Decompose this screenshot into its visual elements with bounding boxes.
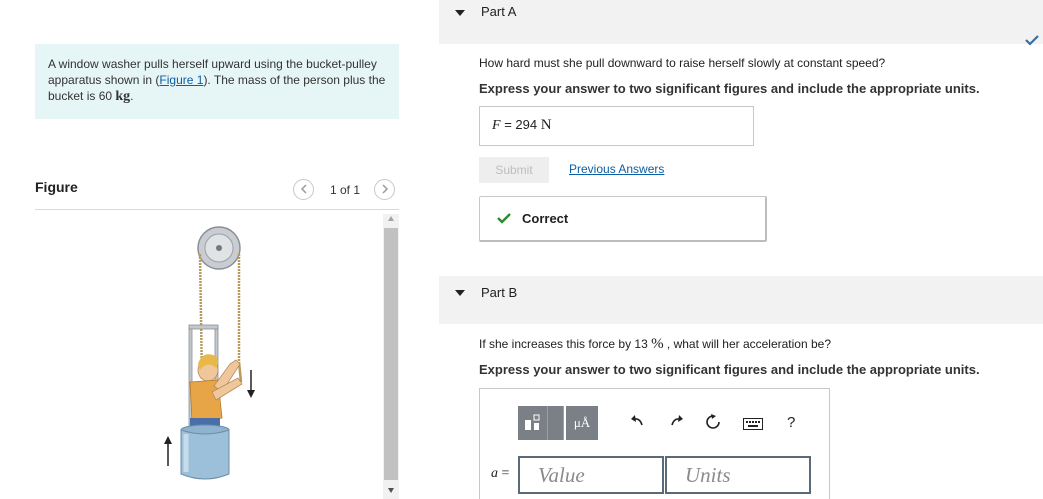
figure-divider xyxy=(35,209,399,210)
answer-unit: N xyxy=(540,117,552,133)
part-a-header[interactable]: Part A xyxy=(439,0,1043,44)
figure-counter: 1 of 1 xyxy=(330,183,361,197)
chevron-left-icon[interactable] xyxy=(293,178,314,200)
chevron-right-icon[interactable] xyxy=(374,178,395,200)
part-a-question: How hard must she pull downward to raise… xyxy=(479,56,886,70)
acceleration-label: a = xyxy=(491,466,509,482)
math-toolbar: μÅ xyxy=(518,406,598,440)
help-button[interactable]: ? xyxy=(787,414,795,431)
part-a-instruction: Express your answer to two significant f… xyxy=(479,81,980,96)
force-variable: F xyxy=(492,118,501,133)
question-text: If she increases this force by 13 xyxy=(479,337,652,351)
down-arrow-head xyxy=(247,390,255,398)
part-b-question: If she increases this force by 13 % , wh… xyxy=(479,336,831,353)
problem-end: . xyxy=(130,89,134,103)
value-input[interactable]: Value xyxy=(518,456,664,494)
figure-title: Figure xyxy=(35,179,78,195)
keyboard-icon[interactable] xyxy=(743,418,763,430)
correct-checkmark-icon xyxy=(497,213,511,224)
bucket-pulley-figure xyxy=(164,226,255,480)
question-text-after: , what will her acceleration be? xyxy=(663,337,832,351)
frame-top xyxy=(188,324,219,330)
units-input[interactable]: Units xyxy=(665,456,811,494)
part-b-instruction: Express your answer to two significant f… xyxy=(479,362,980,377)
feedback-box: Correct xyxy=(479,196,767,242)
checkmark-icon xyxy=(1025,35,1039,46)
collapse-triangle-icon[interactable] xyxy=(455,10,465,16)
percent-sign: % xyxy=(651,336,664,352)
templates-icon xyxy=(524,414,539,430)
previous-answers-link[interactable]: Previous Answers xyxy=(569,162,664,176)
equals-sign: = xyxy=(501,466,510,481)
prev-figure-button[interactable] xyxy=(293,178,314,200)
part-b-header[interactable]: Part B xyxy=(439,276,1043,324)
pulley-axle xyxy=(216,245,222,251)
figure-link[interactable]: Figure 1 xyxy=(159,73,203,87)
part-a-label: Part A xyxy=(481,4,517,19)
scroll-down-icon[interactable] xyxy=(388,488,394,493)
part-a-answer-field[interactable]: F = 294 N xyxy=(479,106,754,146)
templates-more[interactable] xyxy=(548,406,564,440)
up-arrow-head xyxy=(164,436,172,444)
undo-icon[interactable] xyxy=(630,414,644,428)
mass-unit: kg xyxy=(115,89,131,104)
part-b-label: Part B xyxy=(481,285,518,300)
scroll-thumb[interactable] xyxy=(384,228,398,480)
templates-button[interactable] xyxy=(518,406,548,440)
units-button[interactable]: μÅ xyxy=(566,406,598,440)
next-figure-button[interactable] xyxy=(374,178,395,200)
submit-button[interactable]: Submit xyxy=(479,157,549,183)
feedback-text: Correct xyxy=(522,211,569,226)
answer-value: 294 xyxy=(515,117,538,132)
redo-icon[interactable] xyxy=(670,414,684,428)
problem-statement: A window washer pulls herself upward usi… xyxy=(35,44,399,119)
equals-sign: = xyxy=(504,117,512,132)
acceleration-variable: a xyxy=(491,466,498,481)
collapse-triangle-icon[interactable] xyxy=(455,290,465,296)
scroll-up-icon[interactable] xyxy=(388,216,394,221)
reset-icon[interactable] xyxy=(705,414,721,430)
